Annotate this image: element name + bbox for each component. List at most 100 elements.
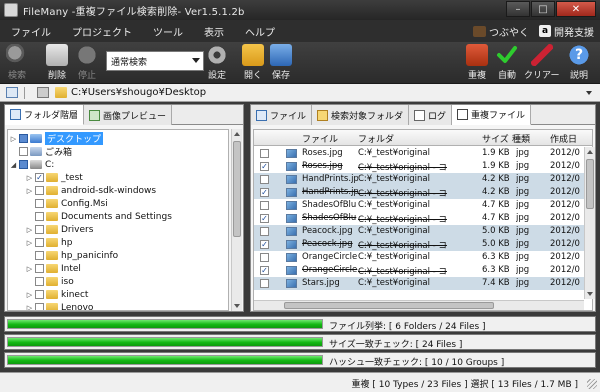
table-row[interactable]: ✓ ShadesOfBlu C:¥_test¥original - コ 4.7 KB j… (254, 212, 584, 225)
search-mode-select[interactable]: 通常検索 (106, 51, 204, 71)
row-checkbox[interactable] (260, 149, 269, 158)
search-button[interactable]: 検索 (6, 44, 28, 81)
scroll-thumb[interactable] (233, 141, 241, 237)
tree-checkbox[interactable]: ✓ (35, 173, 44, 182)
table-row[interactable]: ✓ Peacock.jpg C:¥_test¥original - コ 5.0 KB j… (254, 238, 584, 251)
scroll-down-icon[interactable] (234, 304, 240, 308)
tab-log[interactable]: ログ (409, 105, 453, 125)
table-row[interactable]: ✓ Roses.jpg C:¥_test¥original - コ 1.9 KB jpg… (254, 160, 584, 173)
column-header-folder[interactable]: フォルダ (358, 132, 394, 145)
column-header-date[interactable]: 作成日 (550, 132, 577, 145)
table-row[interactable]: HandPrints.jp C:¥_test¥original 4.2 KB jpg 2… (254, 173, 584, 186)
row-checkbox[interactable] (260, 175, 269, 184)
expand-icon[interactable]: ◢ (10, 161, 17, 169)
row-checkbox[interactable] (260, 227, 269, 236)
delete-button[interactable]: 削除 (46, 44, 68, 81)
menu-file[interactable]: ファイル (0, 24, 61, 39)
expand-icon[interactable]: ▷ (26, 239, 33, 247)
column-header-type[interactable]: 種類 (512, 132, 530, 145)
scroll-thumb[interactable] (284, 302, 494, 309)
tree-checkbox[interactable] (35, 277, 44, 286)
row-checkbox[interactable]: ✓ (260, 240, 269, 249)
row-checkbox[interactable]: ✓ (260, 266, 269, 275)
expand-icon[interactable] (26, 278, 33, 285)
table-row[interactable]: OrangeCircle C:¥_test¥original 6.3 KB jpg 20… (254, 251, 584, 264)
scroll-up-icon[interactable] (587, 150, 593, 154)
tree-node[interactable]: Config.Msi (26, 197, 108, 210)
tree-node[interactable]: ▷ hp (26, 236, 73, 249)
tree-checkbox[interactable] (35, 264, 44, 273)
row-checkbox[interactable] (260, 253, 269, 262)
save-button[interactable]: 保存 (270, 44, 292, 81)
tree-checkbox[interactable] (35, 303, 44, 310)
tree-node[interactable]: ◢ C: (10, 158, 55, 171)
table-row[interactable]: Peacock.jpg C:¥_test¥original 5.0 KB jpg 201… (254, 225, 584, 238)
menu-project[interactable]: プロジェクト (61, 24, 142, 39)
table-row[interactable]: ✓ OrangeCircle C:¥_test¥original - コ 6.3 KB… (254, 264, 584, 277)
tree-node[interactable]: ▷ デスクトップ (10, 132, 104, 145)
tree-checkbox[interactable] (19, 147, 28, 156)
tree-checkbox[interactable] (35, 290, 44, 299)
tree-node[interactable]: hp_panicinfo (26, 249, 118, 262)
scroll-down-icon[interactable] (587, 292, 593, 296)
row-checkbox[interactable]: ✓ (260, 162, 269, 171)
tree-node[interactable]: ▷ Drivers (26, 223, 94, 236)
tree-node[interactable]: ▷ Lenovo (26, 301, 93, 311)
tree-checkbox[interactable] (35, 225, 44, 234)
expand-icon[interactable]: ▷ (26, 265, 33, 273)
stop-button[interactable]: 停止 (76, 44, 98, 81)
drive-icon[interactable] (37, 87, 49, 98)
scroll-up-icon[interactable] (234, 132, 240, 136)
table-row[interactable]: Stars.jpg C:¥_test¥original 7.4 KB jpg 2012/… (254, 277, 584, 290)
table-hscrollbar[interactable] (254, 300, 584, 310)
table-row[interactable]: ShadesOfBlu C:¥_test¥original 4.7 KB jpg 201… (254, 199, 584, 212)
tab-files[interactable]: ファイル (251, 105, 313, 125)
tab-folder-tree[interactable]: フォルダ階層 (5, 105, 85, 125)
column-header-size[interactable]: サイズ (482, 132, 509, 145)
duplicate-button[interactable]: 重複 (466, 44, 488, 81)
tree-node[interactable]: ▷ ✓ _test (26, 171, 83, 184)
open-button[interactable]: 開く (242, 44, 264, 81)
expand-icon[interactable] (26, 213, 33, 220)
close-button[interactable]: ✕ (556, 1, 596, 17)
expand-icon[interactable] (26, 252, 33, 259)
expand-icon[interactable] (26, 200, 33, 207)
tree-node[interactable]: ▷ kinect (26, 288, 89, 301)
scroll-thumb[interactable] (586, 159, 594, 209)
tree-node[interactable]: ごみ箱 (10, 145, 72, 158)
chevron-down-icon[interactable] (586, 91, 592, 95)
table-row[interactable]: Roses.jpg C:¥_test¥original 1.9 KB jpg 2012/… (254, 147, 584, 160)
expand-icon[interactable]: ▷ (26, 291, 33, 299)
table-row[interactable]: ✓ HandPrints.jp C:¥_test¥original - コ 4.2 K… (254, 186, 584, 199)
tree-scrollbar[interactable] (231, 129, 242, 311)
tree-checkbox[interactable] (35, 251, 44, 260)
row-checkbox[interactable]: ✓ (260, 214, 269, 223)
tree-checkbox[interactable] (35, 212, 44, 221)
tab-duplicate-files[interactable]: 重複ファイル (452, 105, 532, 125)
expand-icon[interactable] (10, 148, 17, 155)
tab-image-preview[interactable]: 画像プレビュー (84, 105, 173, 125)
maximize-button[interactable]: □ (531, 1, 555, 17)
tweet-button[interactable]: つぶやく (473, 24, 529, 39)
expand-icon[interactable]: ▷ (10, 135, 17, 143)
tree-node[interactable]: Documents and Settings (26, 210, 172, 223)
clear-button[interactable]: クリアー (524, 44, 559, 81)
auto-button[interactable]: 自動 (496, 44, 518, 81)
expand-icon[interactable]: ▷ (26, 304, 33, 311)
menu-tools[interactable]: ツール (142, 24, 193, 39)
expand-icon[interactable]: ▷ (26, 174, 33, 182)
tree-checkbox[interactable] (19, 160, 28, 169)
tree-checkbox[interactable] (35, 186, 44, 195)
column-header-file[interactable]: ファイル (302, 132, 338, 145)
expand-icon[interactable]: ▷ (26, 187, 33, 195)
row-checkbox[interactable]: ✓ (260, 188, 269, 197)
minimize-button[interactable]: – (506, 1, 530, 17)
tree-checkbox[interactable] (35, 238, 44, 247)
menu-help[interactable]: ヘルプ (234, 24, 285, 39)
tree-node[interactable]: iso (26, 275, 74, 288)
tab-target-folders[interactable]: 検索対象フォルダ (312, 105, 410, 125)
tree-node[interactable]: ▷ android-sdk-windows (26, 184, 156, 197)
expand-icon[interactable]: ▷ (26, 226, 33, 234)
tree-node[interactable]: ▷ Intel (26, 262, 81, 275)
resize-grip-icon[interactable] (587, 379, 597, 389)
